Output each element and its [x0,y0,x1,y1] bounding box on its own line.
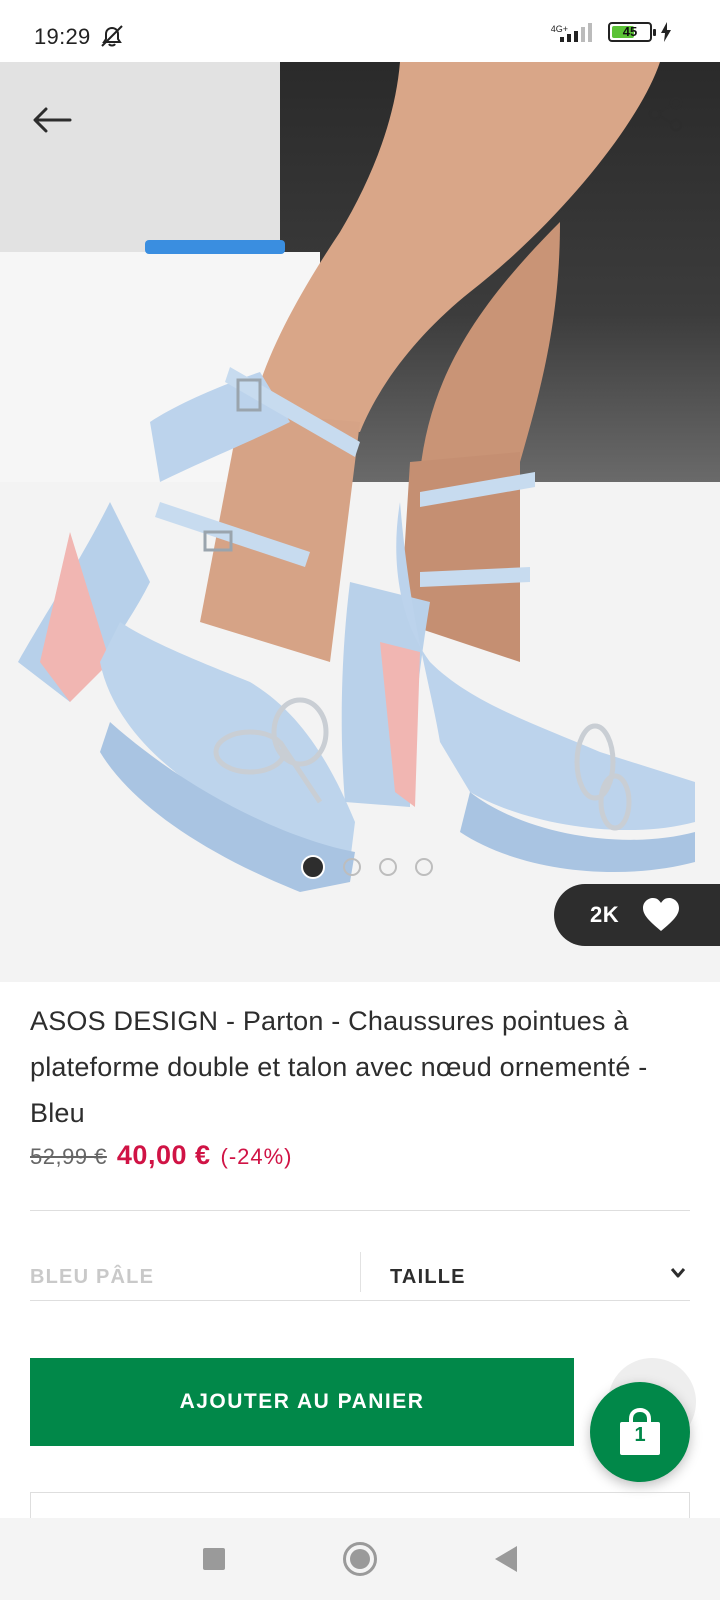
arrow-left-icon [33,107,72,133]
divider [30,1210,690,1211]
price-row: 52,99 € 40,00 € (-24%) [30,1140,293,1171]
bag-button[interactable]: 1 [590,1382,690,1482]
like-count: 2K [590,902,620,927]
bell-off-icon [101,25,123,47]
divider [30,1300,690,1301]
carousel-dot-3[interactable] [379,858,397,876]
share-icon [648,96,683,132]
system-nav-bar [0,1518,720,1600]
back-nav-button[interactable] [495,1546,517,1572]
carousel-dots [0,855,720,879]
carousel-dot-4[interactable] [415,858,433,876]
status-time: 19:29 [34,24,91,49]
product-options: BLEU PÂLE TAILLE [30,1236,690,1326]
charging-icon [661,22,671,42]
recents-button[interactable] [203,1548,225,1570]
size-label: TAILLE [390,1266,466,1288]
carousel-dot-1[interactable] [301,855,325,879]
product-photo [18,62,695,892]
product-image-gallery[interactable]: 2K [0,62,720,982]
carousel-dot-2[interactable] [343,858,361,876]
back-button[interactable] [30,98,74,142]
share-button[interactable] [644,92,688,136]
bag-count: 1 [634,1424,646,1446]
add-to-bag-button[interactable]: AJOUTER AU PANIER [30,1358,574,1446]
status-indicators: 45 [560,22,672,42]
chevron-down-icon [670,1268,686,1278]
shopping-bag-icon: 1 [617,1407,663,1456]
battery-icon: 45 [608,22,656,42]
size-dropdown[interactable]: TAILLE [360,1236,690,1308]
product-title: ASOS DESIGN - Parton - Chaussures pointu… [30,1006,648,1128]
save-for-later-button[interactable]: 2K [554,884,720,946]
home-button[interactable] [343,1542,377,1576]
original-price: 52,99 € [30,1144,107,1169]
discount-badge: (-24%) [220,1144,293,1169]
colour-label: BLEU PÂLE [30,1266,155,1288]
battery-level: 45 [622,24,638,39]
status-bar: 19:29 4G+ 45 [0,0,720,62]
heart-icon [643,898,680,931]
sale-price: 40,00 € [116,1140,211,1170]
signal-icon [560,22,592,42]
